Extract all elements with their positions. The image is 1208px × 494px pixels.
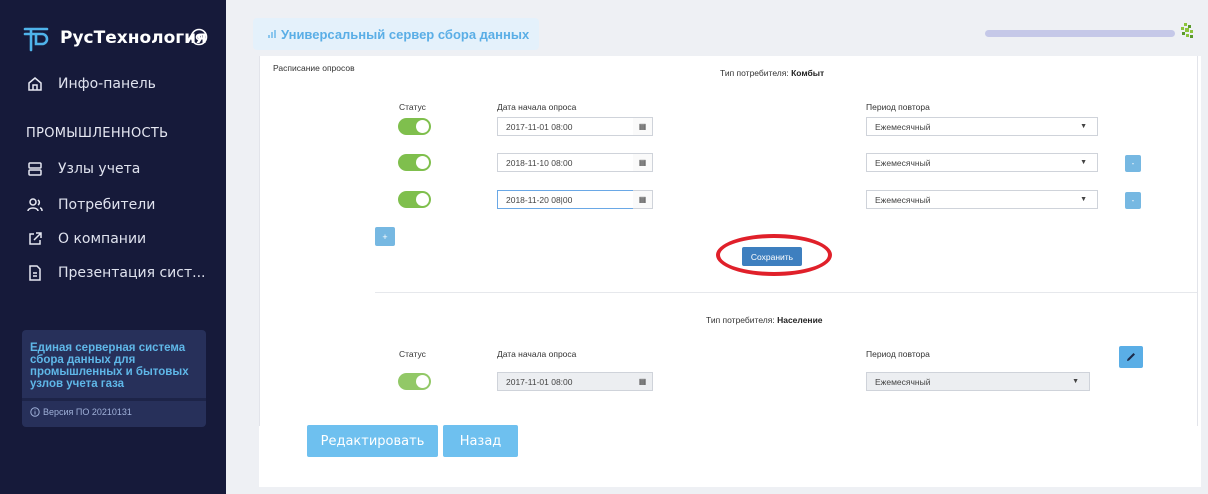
avatar[interactable]: [1178, 22, 1196, 40]
sidebar-section-title: ПРОМЫШЛЕННОСТЬ: [26, 126, 169, 141]
date-value: 2018-11-10 08:00: [506, 157, 573, 168]
calendar-icon[interactable]: ▦: [633, 153, 653, 172]
period-value: Ежемесячный: [875, 121, 931, 132]
tab-data-server[interactable]: Универсальный сервер сбора данных: [253, 18, 539, 50]
calendar-icon[interactable]: ▦: [633, 117, 653, 136]
consumer-type-1: Тип потребителя: Комбыт: [720, 68, 824, 78]
divider: [375, 292, 1197, 293]
sidebar-item-meters[interactable]: Узлы учета: [26, 160, 140, 178]
edit-button[interactable]: [1119, 346, 1143, 368]
col-period: Период повтора: [866, 349, 930, 359]
chevron-down-icon: ▼: [1080, 159, 1087, 166]
divider: [22, 398, 206, 401]
start-date-input[interactable]: 2017-11-01 08:00: [497, 117, 650, 136]
calendar-icon[interactable]: ▦: [633, 190, 653, 209]
date-value: 2017-11-01 08:00: [506, 121, 573, 132]
start-date-input[interactable]: 2018-11-20 08|00: [497, 190, 650, 209]
remove-row-button[interactable]: -: [1125, 192, 1141, 209]
settings-circle-icon[interactable]: [190, 28, 208, 46]
col-status: Статус: [399, 102, 426, 112]
period-select[interactable]: Ежемесячный ▼: [866, 153, 1098, 172]
brand-name: РусТехнология: [60, 28, 207, 48]
col-period: Период повтора: [866, 102, 930, 112]
external-link-icon: [29, 232, 42, 245]
sidebar-item-consumers[interactable]: Потребители: [26, 196, 155, 214]
consumer-type-label: Тип потребителя:: [706, 315, 775, 325]
start-date-input: 2017-11-01 08:00: [497, 372, 650, 391]
date-value: 2018-11-20 08|00: [506, 194, 573, 205]
col-start-date: Дата начала опроса: [497, 102, 577, 112]
edit-schedule-button[interactable]: Редактировать: [307, 425, 438, 457]
chevron-down-icon: ▼: [1080, 196, 1087, 203]
add-row-button[interactable]: +: [375, 227, 395, 246]
tab-label: Универсальный сервер сбора данных: [281, 26, 530, 42]
consumer-type-value: Население: [777, 315, 823, 325]
period-select[interactable]: Ежемесячный ▼: [866, 190, 1098, 209]
chevron-down-icon: ▼: [1072, 378, 1079, 385]
brand-logo-icon: [23, 27, 49, 52]
version-text: Версия ПО 20210131: [43, 407, 132, 417]
user-name-blurred[interactable]: [985, 30, 1175, 37]
sidebar-item-label: Инфо-панель: [58, 76, 156, 92]
status-toggle[interactable]: [398, 154, 431, 171]
bar-chart-icon: [268, 30, 276, 38]
consumer-type-label: Тип потребителя:: [720, 68, 789, 78]
status-toggle[interactable]: [398, 373, 431, 390]
consumer-type-2: Тип потребителя: Население: [706, 315, 823, 325]
period-value: Ежемесячный: [875, 376, 931, 387]
server-icon: [28, 162, 42, 176]
calendar-icon: ▦: [633, 372, 653, 391]
remove-row-button[interactable]: -: [1125, 155, 1141, 172]
period-value: Ежемесячный: [875, 157, 931, 168]
sidebar-item-presentation[interactable]: Презентация сист...: [26, 264, 205, 282]
period-select[interactable]: Ежемесячный ▼: [866, 117, 1098, 136]
date-value: 2017-11-01 08:00: [506, 376, 573, 387]
back-button[interactable]: Назад: [443, 425, 518, 457]
sidebar: РусТехнология Инфо-панель ПРОМЫШЛЕННОСТЬ…: [0, 0, 226, 494]
brand[interactable]: РусТехнология: [22, 24, 207, 52]
period-select: Ежемесячный ▼: [866, 372, 1090, 391]
home-icon: [28, 77, 42, 91]
users-icon: [27, 198, 43, 212]
info-card: Единая серверная система сбора данных дл…: [22, 330, 206, 427]
sidebar-item-label: О компании: [58, 231, 147, 247]
version-label: Версия ПО 20210131: [30, 407, 132, 417]
sidebar-item-label: Узлы учета: [58, 161, 141, 177]
chevron-down-icon: ▼: [1080, 123, 1087, 130]
sidebar-item-label: Потребители: [58, 197, 156, 213]
sidebar-item-info-panel[interactable]: Инфо-панель: [26, 75, 156, 93]
consumer-type-value: Комбыт: [791, 68, 825, 78]
info-icon: [30, 407, 40, 417]
col-start-date: Дата начала опроса: [497, 349, 577, 359]
pencil-icon: [1127, 353, 1135, 361]
status-toggle[interactable]: [398, 118, 431, 135]
start-date-input[interactable]: 2018-11-10 08:00: [497, 153, 650, 172]
status-toggle[interactable]: [398, 191, 431, 208]
sidebar-item-label: Презентация сист...: [58, 265, 206, 281]
schedule-title: Расписание опросов: [273, 63, 355, 73]
highlight-ring: [716, 234, 832, 276]
col-status: Статус: [399, 349, 426, 359]
sidebar-item-about[interactable]: О компании: [26, 230, 146, 248]
document-icon: [29, 265, 41, 281]
period-value: Ежемесячный: [875, 194, 931, 205]
info-card-text: Единая серверная система сбора данных дл…: [30, 342, 189, 390]
